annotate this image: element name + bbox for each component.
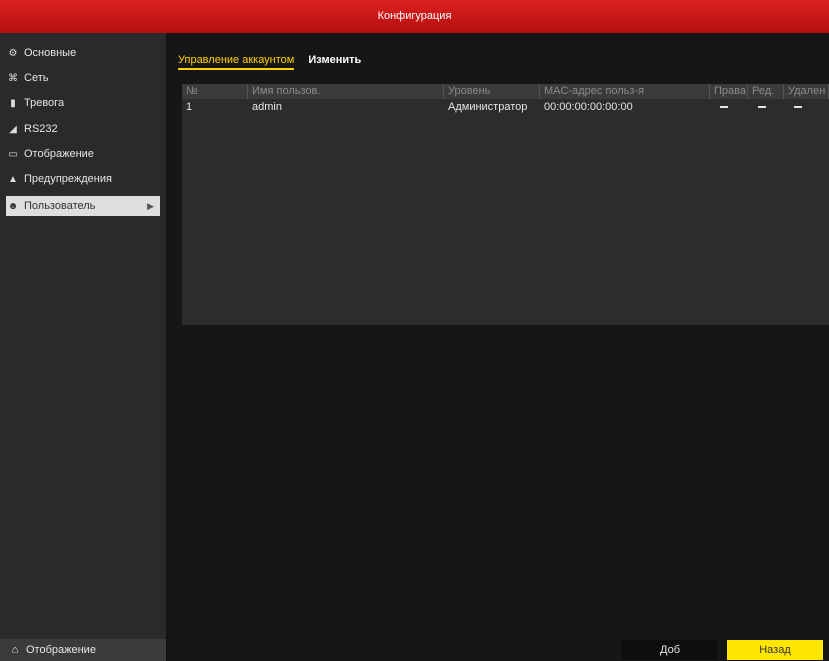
rs232-icon: ◢ (9, 123, 17, 135)
column-header: Имя пользов. (248, 84, 444, 99)
cell-level: Администратор (448, 101, 528, 113)
sidebar-item-display[interactable]: ▭ Отображение (6, 144, 160, 164)
table-header: № Имя пользов. Уровень MAC-адрес польз-я… (182, 84, 829, 99)
sidebar-item-label: Пользователь (24, 200, 96, 212)
cell-mac: 00:00:00:00:00:00 (544, 101, 633, 113)
home-icon: ⌂ (11, 644, 19, 656)
user-table: № Имя пользов. Уровень MAC-адрес польз-я… (182, 84, 829, 325)
sidebar-item-label: Отображение (24, 148, 94, 160)
column-header: Ред. (748, 84, 784, 99)
sidebar-item-label: RS232 (24, 123, 58, 135)
tab-account-management[interactable]: Управление аккаунтом (178, 54, 295, 70)
sidebar-item-warnings[interactable]: ▲ Предупреждения (6, 169, 160, 189)
column-header: № (182, 84, 248, 99)
permission-icon[interactable] (710, 100, 748, 115)
delete-icon[interactable] (784, 100, 829, 115)
cell-no: 1 (186, 101, 193, 113)
back-button[interactable]: Назад (727, 640, 823, 660)
network-icon: ⌘ (8, 72, 18, 84)
settings-icon: ⚙ (8, 47, 18, 59)
table-row[interactable]: 1 admin Администратор 00:00:00:00:00:00 (182, 100, 829, 115)
sidebar-item-label: Предупреждения (24, 173, 112, 185)
column-header: Уровень (444, 84, 540, 99)
sidebar-item-user[interactable]: ☻ Пользователь ▶ (6, 196, 160, 216)
sidebar-item-label: Основные (24, 47, 77, 59)
column-header: Удален (784, 84, 829, 99)
sidebar-item-rs232[interactable]: ◢ RS232 (6, 119, 160, 139)
column-header: MAC-адрес польз-я (540, 84, 710, 99)
edit-icon[interactable] (748, 100, 784, 115)
sidebar-item-alarm[interactable]: ▮ Тревога (6, 93, 160, 113)
tab-bar: Управление аккаунтом Изменить (178, 54, 375, 70)
tab-edit[interactable]: Изменить (308, 54, 361, 70)
cell-username: admin (252, 101, 282, 113)
warning-icon: ▲ (8, 173, 18, 185)
sidebar-item-label: Тревога (24, 97, 65, 109)
user-icon: ☻ (7, 200, 19, 212)
chevron-right-icon: ▶ (147, 200, 154, 211)
column-header: Права (710, 84, 748, 99)
sidebar-item-basic[interactable]: ⚙ Основные (6, 43, 160, 63)
sidebar-item-network[interactable]: ⌘ Сеть (6, 68, 160, 88)
sidebar: ⚙ Основные ⌘ Сеть ▮ Тревога ◢ RS232 ▭ От… (0, 33, 167, 661)
sidebar-item-label: Сеть (24, 72, 49, 84)
bottom-nav-display[interactable]: ⌂ Отображение (0, 639, 166, 661)
window-title: Конфигурация (0, 0, 829, 33)
bottom-nav-label: Отображение (26, 644, 96, 656)
alarm-icon: ▮ (10, 97, 16, 109)
add-button[interactable]: Доб (622, 640, 718, 660)
display-icon: ▭ (8, 148, 18, 160)
